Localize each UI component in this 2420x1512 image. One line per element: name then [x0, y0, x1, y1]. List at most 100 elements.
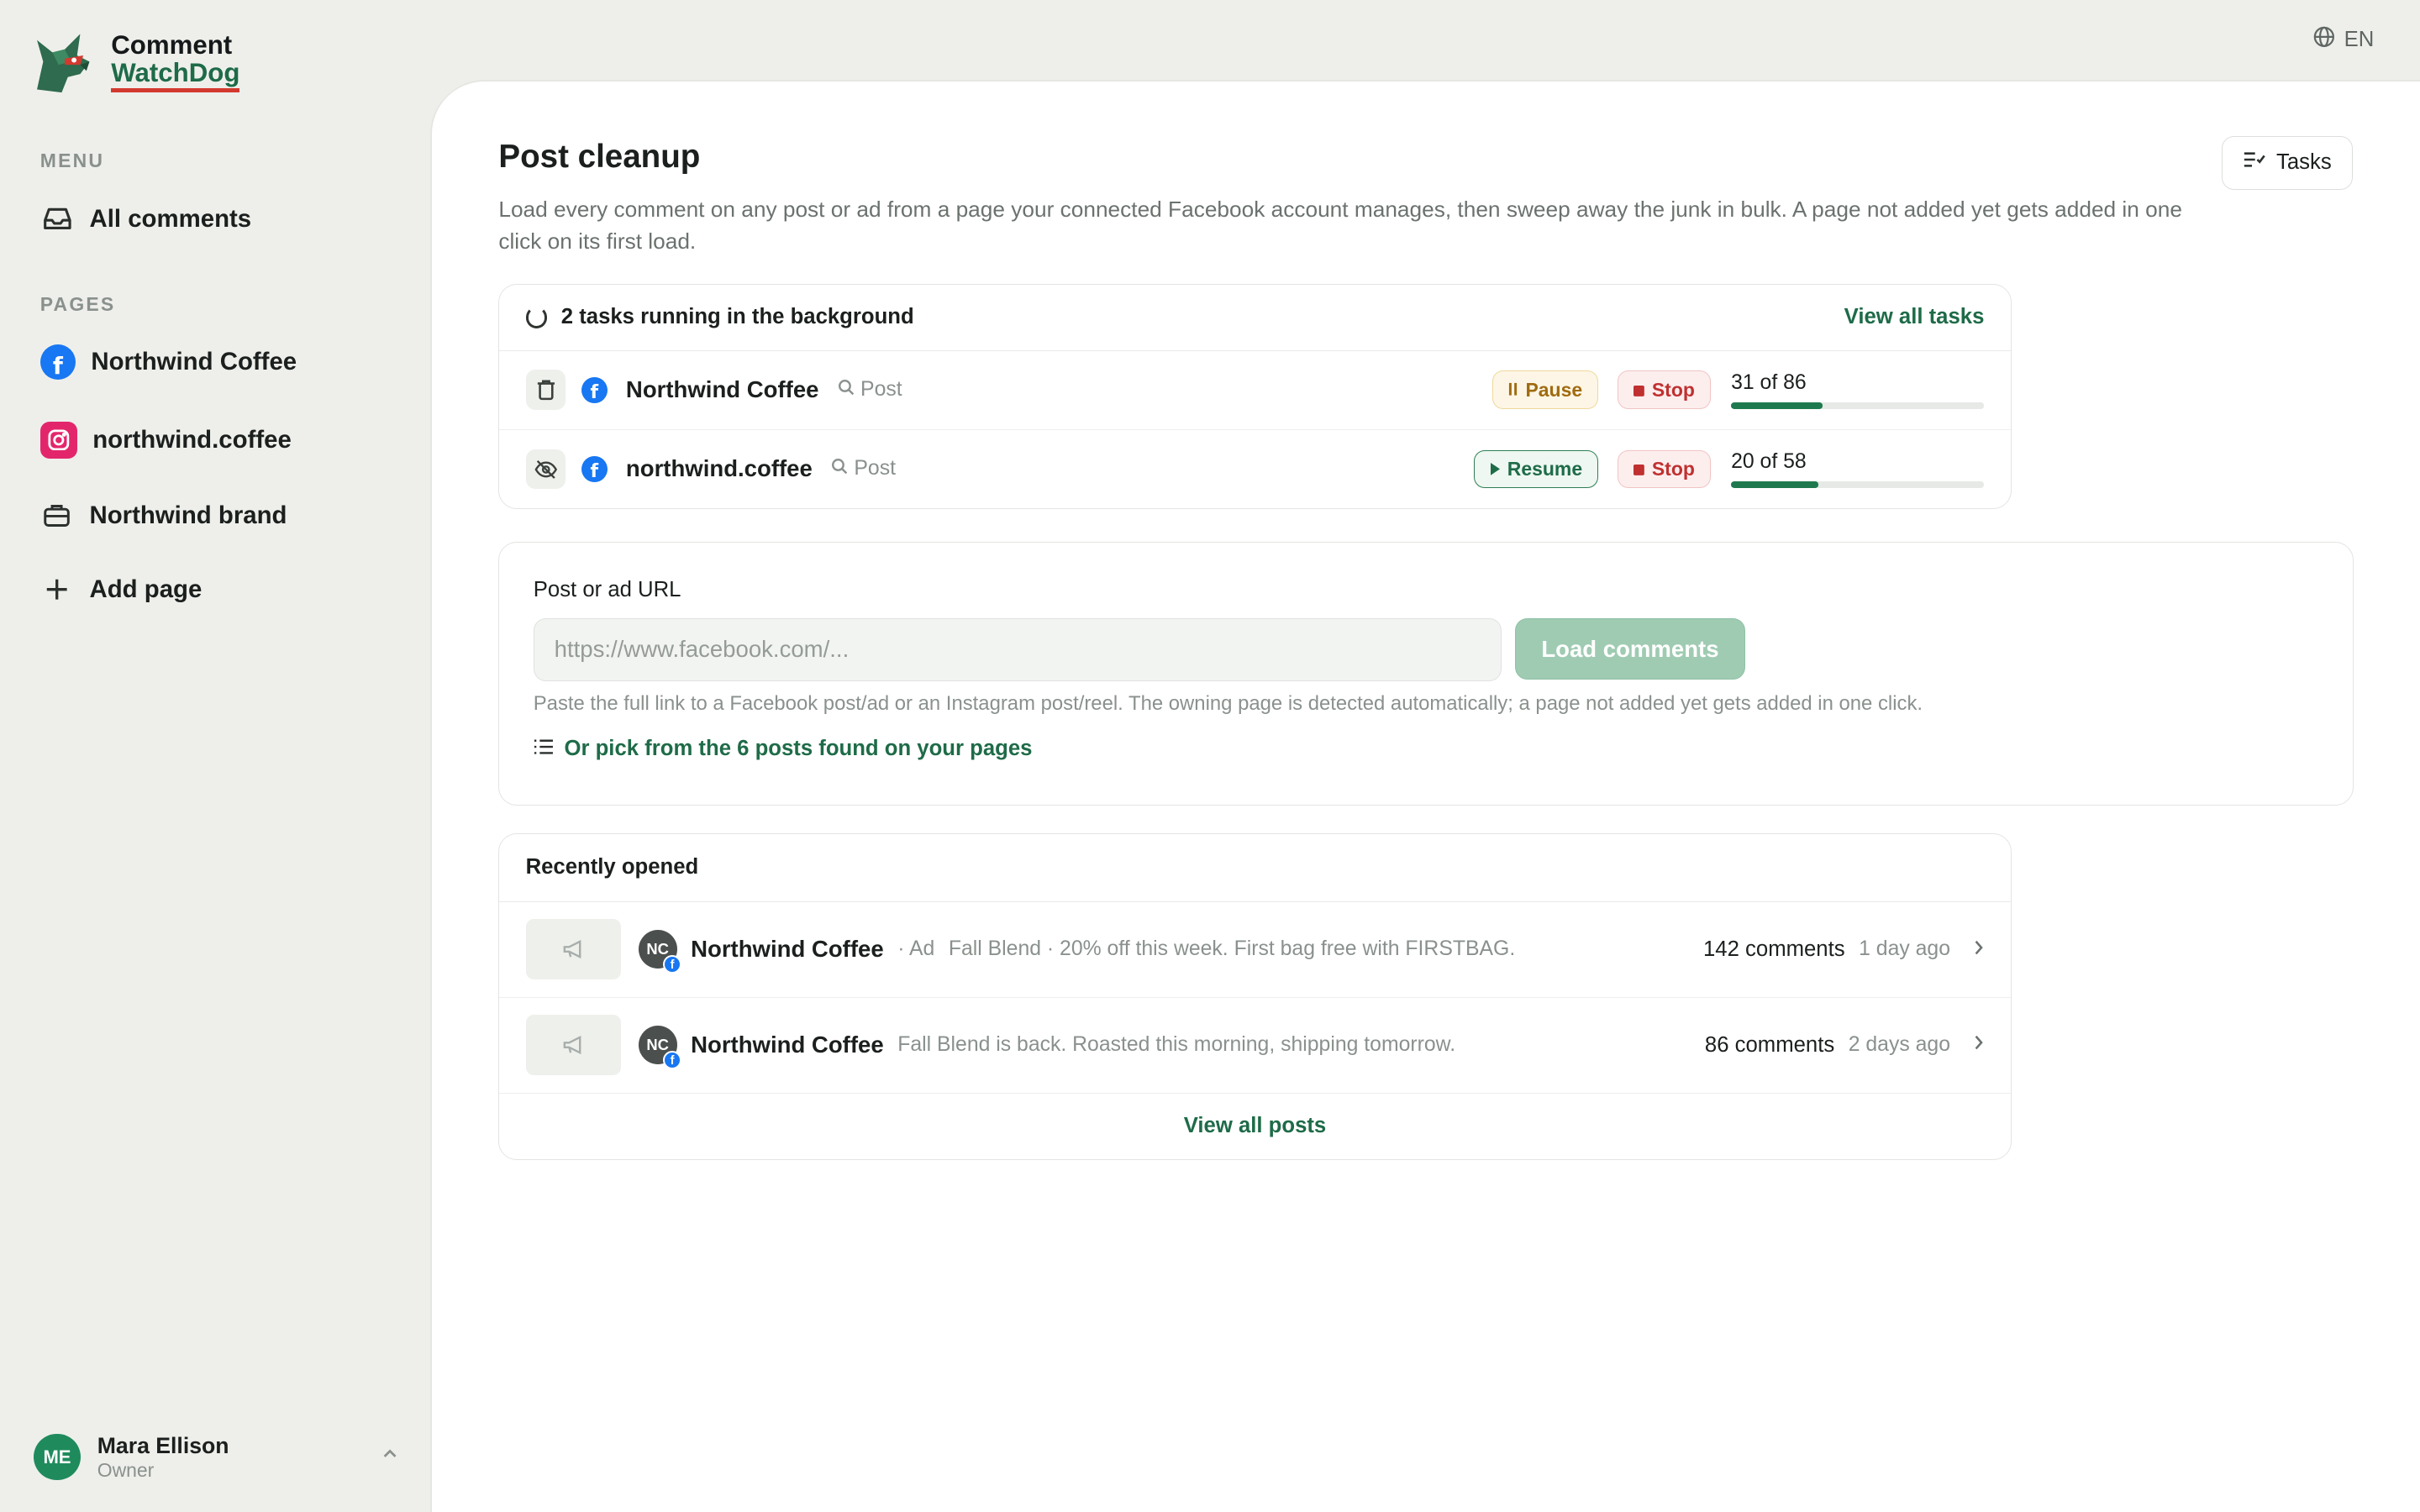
list-item[interactable]: NC f Northwind Coffee Fall Blend is back… [499, 998, 2011, 1094]
facebook-icon: f [581, 376, 608, 403]
facebook-icon: f [663, 954, 682, 974]
view-all-tasks-link[interactable]: View all tasks [1844, 305, 1985, 329]
search-icon [831, 457, 848, 480]
brand-name-line2: WatchDog [111, 59, 240, 92]
stop-label: Stop [1651, 378, 1695, 401]
brand-name-line1: Comment [111, 29, 233, 60]
task-progress-text: 31 of 86 [1731, 371, 1807, 395]
recent-post-text: Fall Blend is back. Roasted this morning… [897, 1033, 1456, 1057]
chevron-right-icon [1972, 937, 1985, 962]
spinner-icon [525, 307, 548, 328]
chevron-right-icon [1972, 1033, 1985, 1058]
inbox-icon [40, 202, 74, 236]
url-help-text: Paste the full link to a Facebook post/a… [533, 691, 1923, 715]
progress-track [1731, 402, 1985, 409]
url-field-label: Post or ad URL [533, 578, 681, 602]
recent-page-name: Northwind Coffee [691, 1032, 884, 1058]
task-kind: Post [838, 378, 902, 402]
facebook-icon: f [39, 344, 76, 380]
sidebar-item-label: All comments [89, 204, 252, 233]
list-item[interactable]: NC f Northwind Coffee · Ad Fall Blend · … [499, 902, 2011, 998]
menu-section-label: MENU [39, 150, 105, 172]
view-all-posts-link[interactable]: View all posts [499, 1094, 2010, 1158]
tasks-button-label: Tasks [2276, 150, 2332, 175]
language-switcher[interactable]: EN [2313, 26, 2374, 54]
resume-button[interactable]: Resume [1474, 449, 1599, 489]
eye-off-icon[interactable] [525, 449, 566, 490]
task-kind-label: Post [854, 457, 896, 480]
main-panel: Post cleanup Load every comment on any p… [432, 81, 2420, 1512]
post-url-input[interactable] [533, 617, 1502, 682]
page-avatar-initials: NC [646, 940, 669, 958]
add-page-button[interactable]: Add page [40, 573, 202, 606]
sidebar: Comment WatchDog MENU All comments PAGES… [0, 0, 432, 1512]
task-kind: Post [831, 457, 896, 480]
task-progress: 20 of 58 [1731, 450, 1985, 488]
tasks-list-icon [2243, 150, 2266, 175]
pages-section-label: PAGES [39, 293, 116, 316]
load-comments-button[interactable]: Load comments [1515, 617, 1745, 680]
user-role: Owner [97, 1458, 155, 1481]
page-title: Post cleanup [498, 139, 701, 176]
user-name: Mara Ellison [97, 1432, 229, 1458]
plus-icon [40, 573, 74, 606]
recent-post-text: Fall Blend · 20% off this week. First ba… [948, 937, 1516, 961]
list-icon [534, 737, 554, 761]
stop-label: Stop [1651, 457, 1695, 480]
recent-page-name: Northwind Coffee [691, 936, 884, 963]
recent-posts-heading: Recently opened [499, 834, 2011, 902]
recent-comment-count: 142 comments [1703, 937, 1845, 961]
sidebar-item-label: Northwind brand [89, 501, 287, 529]
background-tasks-card: 2 tasks running in the background View a… [498, 284, 2012, 510]
tasks-button[interactable]: Tasks [2221, 135, 2353, 190]
task-page-name: Northwind Coffee [625, 376, 819, 403]
pause-icon [1508, 379, 1518, 402]
background-tasks-heading: 2 tasks running in the background [560, 305, 914, 329]
sidebar-item-northwind-instagram[interactable]: northwind.coffee [39, 421, 292, 459]
recent-post-type: · Ad [897, 937, 935, 961]
task-row: f Northwind Coffee Post Pause Stop 31 of… [499, 351, 2011, 430]
background-tasks-header: 2 tasks running in the background View a… [499, 285, 2011, 351]
avatar: ME [34, 1433, 81, 1481]
progress-track [1731, 481, 1985, 488]
task-progress: 31 of 86 [1731, 371, 1985, 409]
stop-button[interactable]: Stop [1617, 449, 1712, 489]
stop-button[interactable]: Stop [1617, 370, 1712, 410]
sidebar-item-label: northwind.coffee [92, 425, 292, 454]
pick-posts-label: Or pick from the 6 posts found on your p… [564, 737, 1033, 761]
pause-label: Pause [1525, 378, 1583, 401]
recent-posts-card: Recently opened NC f Northwind Coffee · … [498, 832, 2012, 1161]
sidebar-item-label: Northwind Coffee [91, 347, 297, 375]
stop-icon [1633, 458, 1644, 480]
page-avatar: NC f [638, 930, 682, 974]
recent-time: 2 days ago [1848, 1033, 1950, 1057]
task-progress-text: 20 of 58 [1731, 450, 1807, 474]
megaphone-icon [525, 1015, 622, 1075]
resume-label: Resume [1507, 457, 1583, 480]
task-page-name: northwind.coffee [625, 455, 813, 482]
stop-icon [1633, 379, 1644, 402]
task-row: f northwind.coffee Post Resume Stop 20 o… [499, 430, 2010, 509]
sidebar-item-northwind-coffee[interactable]: f Northwind Coffee [39, 344, 297, 380]
progress-fill [1731, 481, 1818, 488]
recent-comment-count: 86 comments [1704, 1032, 1835, 1057]
watchdog-logo-icon [37, 34, 90, 93]
play-icon [1490, 458, 1500, 480]
page-avatar-initials: NC [646, 1036, 669, 1054]
pause-button[interactable]: Pause [1491, 370, 1599, 410]
page-avatar: NC f [638, 1026, 682, 1069]
user-menu[interactable]: ME Mara Ellison Owner [34, 1433, 398, 1482]
facebook-icon: f [663, 1050, 682, 1069]
search-icon [838, 378, 855, 402]
megaphone-icon [525, 919, 622, 980]
instagram-icon [39, 421, 77, 459]
chevron-up-icon [381, 1446, 398, 1467]
language-label: EN [2344, 28, 2375, 52]
sidebar-item-northwind-brand[interactable]: Northwind brand [40, 498, 287, 532]
sidebar-item-all-comments[interactable]: All comments [40, 202, 251, 236]
page-description: Load every comment on any post or ad fro… [498, 196, 2182, 255]
recent-time: 1 day ago [1859, 937, 1950, 961]
brand-logo[interactable]: Comment WatchDog [28, 28, 240, 96]
trash-icon[interactable] [525, 370, 566, 411]
pick-posts-link[interactable]: Or pick from the 6 posts found on your p… [534, 737, 1033, 761]
